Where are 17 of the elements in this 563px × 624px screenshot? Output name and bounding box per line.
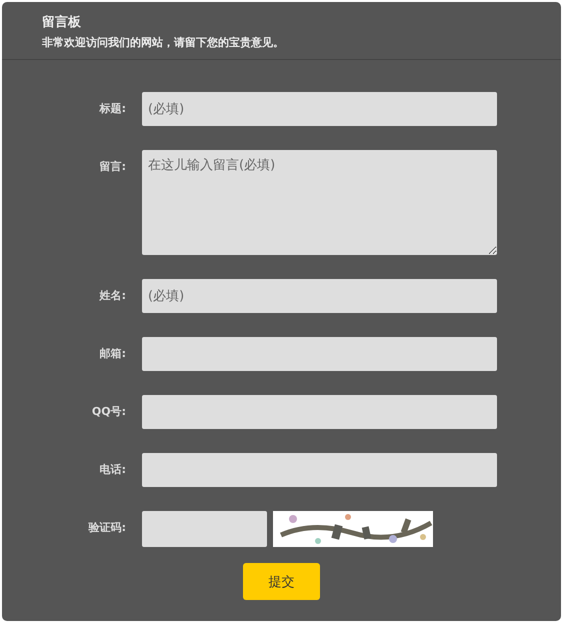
input-field[interactable]: [142, 395, 497, 429]
panel-subtitle: 非常欢迎访问我们的网站，请留下您的宝贵意见。: [42, 35, 285, 51]
field-label: QQ号:: [90, 404, 126, 420]
panel-title: 留言板: [42, 14, 82, 32]
field-label: 电话:: [98, 462, 126, 478]
field-label: 邮箱:: [98, 346, 126, 362]
field-label: 留言:: [98, 159, 126, 175]
input-field[interactable]: [142, 337, 497, 371]
submit-button[interactable]: 提交: [243, 563, 320, 600]
field-label: 标题:: [98, 101, 126, 117]
field-label: 验证码:: [87, 520, 126, 536]
message-field[interactable]: 在这儿输入留言(必填): [142, 150, 497, 255]
field-label: 姓名:: [98, 288, 126, 304]
input-field[interactable]: (必填): [142, 92, 497, 126]
input-field[interactable]: [142, 453, 497, 487]
captcha-field[interactable]: [142, 511, 267, 547]
input-field[interactable]: (必填): [142, 279, 497, 313]
